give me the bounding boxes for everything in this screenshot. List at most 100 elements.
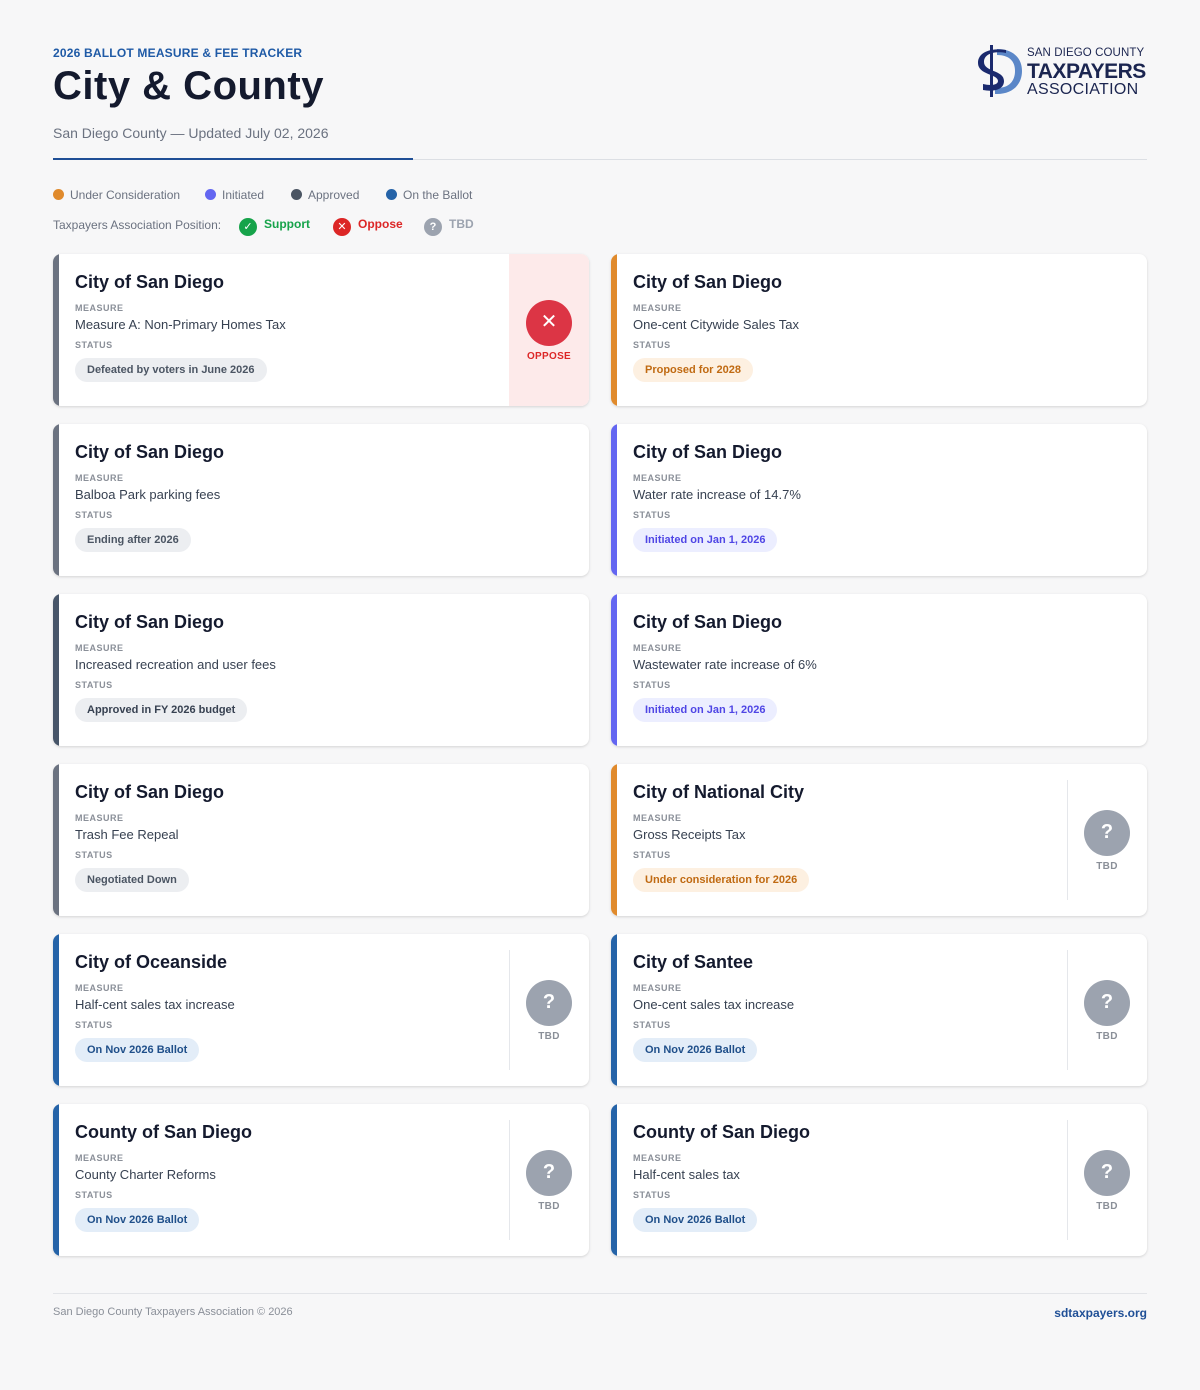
status-badge: On Nov 2026 Ballot: [633, 1208, 758, 1232]
question-icon: ?: [1084, 1150, 1130, 1196]
tracker-page: 2026 BALLOT MEASURE & FEE TRACKER City &…: [53, 0, 1147, 1320]
status-badge: Negotiated Down: [75, 868, 189, 892]
measure-card[interactable]: City of San Diego MEASURE Balboa Park park…: [53, 424, 589, 576]
footer-divider: [53, 1293, 1147, 1294]
logo-line-1: SAN DIEGO COUNTY: [1027, 47, 1145, 59]
card-status-bar: [53, 254, 59, 406]
card-status-bar: [611, 594, 617, 746]
status-badge: Proposed for 2028: [633, 358, 753, 382]
status-badge: Initiated on Jan 1, 2026: [633, 698, 778, 722]
dot-icon: [386, 189, 397, 201]
card-status-label: STATUS: [75, 850, 113, 860]
footer-website-link[interactable]: sdtaxpayers.org: [1054, 1306, 1147, 1320]
card-jurisdiction: City of San Diego: [633, 612, 783, 632]
measure-card[interactable]: City of Santee MEASURE One-cent sales tax …: [611, 934, 1147, 1086]
dot-icon: [205, 189, 216, 201]
position-text: TBD: [1096, 1031, 1118, 1042]
measure-card[interactable]: County of San Diego MEASURE Half-cent sale…: [611, 1104, 1147, 1256]
card-status-label: STATUS: [633, 850, 671, 860]
measure-card[interactable]: City of San Diego MEASURE Wastewater rate …: [611, 594, 1147, 746]
card-measure-label: MEASURE: [75, 983, 124, 993]
measure-card[interactable]: City of San Diego MEASURE Trash Fee Repeal…: [53, 764, 589, 916]
card-status-label: STATUS: [633, 680, 671, 690]
card-status-label: STATUS: [75, 1020, 113, 1030]
card-measure: Half-cent sales tax: [633, 1167, 740, 1182]
position-panel-tbd: ? TBD: [1067, 764, 1147, 916]
status-badge: On Nov 2026 Ballot: [75, 1038, 200, 1062]
question-icon: ?: [424, 218, 442, 236]
page-header: 2026 BALLOT MEASURE & FEE TRACKER City &…: [53, 0, 1147, 162]
measure-card[interactable]: City of Oceanside MEASURE Half-cent sales …: [53, 934, 589, 1086]
card-body: City of San Diego MEASURE Wastewater rate …: [633, 612, 817, 722]
card-measure: Balboa Park parking fees: [75, 487, 221, 502]
position-text: OPPOSE: [526, 351, 572, 362]
measure-card[interactable]: County of San Diego MEASURE County Charter…: [53, 1104, 589, 1256]
card-measure-label: MEASURE: [75, 813, 124, 823]
card-measure-label: MEASURE: [633, 643, 682, 653]
card-measure: One-cent sales tax increase: [633, 997, 795, 1012]
status-badge: Initiated on Jan 1, 2026: [633, 528, 778, 552]
page-title: City & County: [53, 64, 324, 108]
legend-label: Initiated: [222, 188, 265, 202]
dot-icon: [291, 189, 302, 201]
card-measure: One-cent Citywide Sales Tax: [633, 317, 799, 332]
measure-card[interactable]: City of San Diego MEASURE One-cent Citywid…: [611, 254, 1147, 406]
measure-card[interactable]: City of San Diego MEASURE Measure A: Non-P…: [53, 254, 589, 406]
question-icon: ?: [526, 1150, 572, 1196]
card-status-bar: [611, 424, 617, 576]
position-text: TBD: [1096, 1201, 1118, 1212]
card-body: City of Oceanside MEASURE Half-cent sales …: [75, 952, 235, 1062]
card-measure-label: MEASURE: [633, 1153, 682, 1163]
position-oppose: ✕ Oppose: [333, 216, 403, 236]
position-tbd: ? TBD: [424, 216, 474, 236]
card-status-bar: [53, 1104, 59, 1256]
card-body: City of San Diego MEASURE Water rate incre…: [633, 442, 801, 552]
card-measure: Trash Fee Repeal: [75, 827, 179, 842]
position-panel-tbd: ? TBD: [1067, 1104, 1147, 1256]
legend-under-consideration: Under Consideration: [53, 188, 180, 202]
dot-icon: [53, 189, 64, 201]
card-measure-label: MEASURE: [633, 303, 682, 313]
position-text: TBD: [1096, 861, 1118, 872]
card-measure: Gross Receipts Tax: [633, 827, 746, 842]
measure-card[interactable]: City of San Diego MEASURE Increased recrea…: [53, 594, 589, 746]
card-body: County of San Diego MEASURE County Charter…: [75, 1122, 252, 1232]
card-measure-label: MEASURE: [633, 983, 682, 993]
card-body: County of San Diego MEASURE Half-cent sale…: [633, 1122, 810, 1232]
legend-label: Under Consideration: [70, 188, 181, 202]
card-status-label: STATUS: [633, 1190, 671, 1200]
association-logo[interactable]: SAN DIEGO COUNTY TAXPAYERS ASSOCIATION: [975, 44, 1147, 98]
status-badge: On Nov 2026 Ballot: [75, 1208, 200, 1232]
position-divider: [509, 1120, 510, 1240]
card-body: City of National City MEASURE Gross Receip…: [633, 782, 810, 892]
card-measure-label: MEASURE: [75, 643, 124, 653]
status-badge: Defeated by voters in June 2026: [75, 358, 267, 382]
card-jurisdiction: County of San Diego: [75, 1122, 252, 1142]
card-status-bar: [611, 254, 617, 406]
position-divider: [1067, 1120, 1068, 1240]
card-measure-label: MEASURE: [75, 303, 124, 313]
card-jurisdiction: City of San Diego: [75, 612, 225, 632]
question-icon: ?: [1084, 980, 1130, 1026]
card-measure: Half-cent sales tax increase: [75, 997, 235, 1012]
card-body: City of San Diego MEASURE Balboa Park park…: [75, 442, 224, 552]
header-accent-rule: [53, 158, 413, 160]
status-badge: Under consideration for 2026: [633, 868, 810, 892]
legend-on-the-ballot: On the Ballot: [386, 188, 472, 202]
card-jurisdiction: City of National City: [633, 782, 805, 802]
card-measure: Water rate increase of 14.7%: [633, 487, 801, 502]
position-label: Support: [264, 217, 310, 232]
card-body: City of San Diego MEASURE One-cent Citywid…: [633, 272, 799, 382]
card-jurisdiction: City of Oceanside: [75, 952, 228, 972]
card-status-bar: [53, 424, 59, 576]
card-body: City of Santee MEASURE One-cent sales tax …: [633, 952, 794, 1062]
measure-card[interactable]: City of National City MEASURE Gross Receip…: [611, 764, 1147, 916]
x-icon: ✕: [526, 300, 572, 346]
position-panel-tbd: ? TBD: [509, 934, 589, 1086]
measure-card[interactable]: City of San Diego MEASURE Water rate incre…: [611, 424, 1147, 576]
card-status-label: STATUS: [75, 680, 113, 690]
card-status-bar: [53, 934, 59, 1086]
logo-mark-icon: [978, 45, 1022, 97]
card-status-label: STATUS: [75, 510, 113, 520]
status-badge: Approved in FY 2026 budget: [75, 698, 248, 722]
